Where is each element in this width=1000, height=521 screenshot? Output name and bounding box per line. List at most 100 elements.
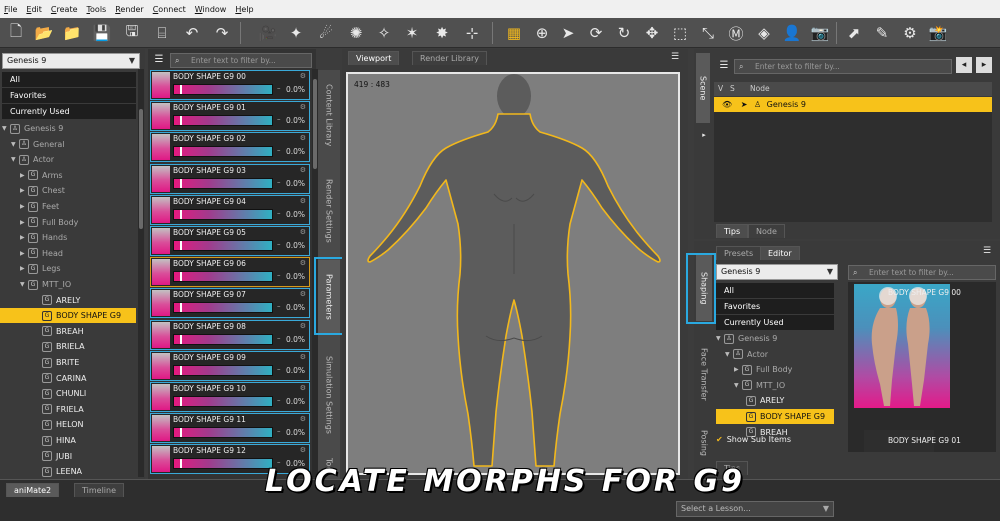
morph-preview-image[interactable] [854,284,950,408]
create-linear-light-icon[interactable]: ✧ [372,21,396,45]
show-sub-items-row[interactable]: ✔ Show Sub Items [716,432,791,447]
menu-window[interactable]: Window [195,5,227,14]
slider-decrement[interactable]: – [277,302,285,310]
scene-next-icon[interactable]: ▸ [976,57,992,73]
gear-icon[interactable]: ⚙ [300,134,306,142]
slider-decrement[interactable]: – [277,427,285,435]
lesson-select[interactable]: Select a Lesson... ▼ [676,501,834,517]
slider-knob[interactable] [180,303,182,313]
morph-slider[interactable] [173,177,273,189]
filter-all[interactable]: All [2,72,136,87]
expand-arrow-icon[interactable]: ▶ [734,362,742,377]
shaping-filter-currently-used[interactable]: Currently Used [716,315,834,330]
tab-node[interactable]: Node [748,224,785,238]
slider-knob[interactable] [180,397,182,406]
create-distant-light-icon[interactable]: ✦ [284,21,308,45]
library-tree-item[interactable]: ▶ G Legs [2,261,60,276]
create-null-icon[interactable]: ⊹ [460,21,484,45]
morph-slider-row[interactable]: BODY SHAPE G9 10 ⚙ –0.0% [150,382,310,412]
morph-slider[interactable] [173,364,273,376]
open-folder-icon[interactable]: 📂 [32,21,56,45]
slider-decrement[interactable]: – [277,365,285,373]
shaping-tree-item[interactable]: ▼ ♙ Actor [716,347,768,362]
library-tree-item[interactable]: G FRIELA [0,402,84,417]
iray-icon[interactable]: ✎ [870,21,894,45]
library-tree-item[interactable]: G ARELY [0,293,80,308]
shaping-filter-all[interactable]: All [716,283,834,298]
tab-viewport[interactable]: Viewport [348,51,400,65]
viewport-canvas[interactable]: 419 : 483 [346,72,680,475]
node-selection-icon[interactable]: ⊕ [530,21,554,45]
slider-decrement[interactable]: – [277,115,285,123]
menu-edit[interactable]: Edit [26,5,42,14]
library-scrollbar[interactable] [138,69,144,477]
tab-editor[interactable]: Editor [760,246,800,260]
morph-slider[interactable] [173,396,273,407]
filter-toggle-icon[interactable]: ☰ [150,50,168,68]
expand-arrow-icon[interactable]: ▶ [20,183,28,198]
select-pointer-icon[interactable]: ➤ [741,100,748,109]
tab-animate2[interactable]: aniMate2 [6,483,60,497]
render-icon[interactable]: 📸 [926,21,950,45]
morph-slider-row[interactable]: BODY SHAPE G9 06 ⚙ –0.0% [150,257,310,288]
tab-render-settings[interactable]: Render Settings [318,166,340,256]
expand-arrow-icon[interactable]: ▶ [20,215,28,230]
slider-decrement[interactable]: – [277,396,285,404]
expand-arrow-icon[interactable]: ▶ [20,261,28,276]
morph-search-input[interactable]: ⌕ Enter text to filter by... [170,53,312,68]
filter-currently-used[interactable]: Currently Used [2,104,136,119]
tab-tips[interactable]: Tips [716,224,749,238]
slider-decrement[interactable]: – [277,240,285,248]
slider-decrement[interactable]: – [277,146,285,154]
shaping-tree-item[interactable]: G ARELY [716,393,784,408]
menu-help[interactable]: Help [235,5,253,14]
expand-arrow-icon[interactable]: ▼ [734,378,742,393]
morph-slider-row[interactable]: BODY SHAPE G9 05 ⚙ –0.0% [150,226,310,256]
create-light-icon[interactable]: ✸ [430,21,454,45]
morph-slider[interactable] [173,240,273,251]
gear-icon[interactable]: ⚙ [300,353,306,361]
slider-knob[interactable] [180,459,182,469]
morph-brush-icon[interactable]: Ⓜ [724,21,748,45]
new-file-icon[interactable]: 🗋 [4,21,28,45]
merge-folder-icon[interactable]: 📁 [60,21,84,45]
morph-value[interactable]: 0.0% [286,303,305,312]
gear-icon[interactable]: ⚙ [300,384,306,392]
library-tree-item[interactable]: ▶ G Arms [2,168,63,183]
menu-render[interactable]: Render [115,5,143,14]
expand-arrow-icon[interactable]: ▼ [725,347,733,362]
slider-decrement[interactable]: – [277,209,285,217]
gear-icon[interactable]: ⚙ [300,72,306,80]
expand-arrow-icon[interactable]: ▶ [20,246,28,261]
slider-knob[interactable] [180,116,182,126]
tab-timeline[interactable]: Timeline [74,483,125,497]
morph-slider[interactable] [173,271,273,283]
slider-knob[interactable] [180,272,182,282]
morph-value[interactable]: 0.0% [286,147,305,156]
menu-tools[interactable]: Tools [87,5,107,14]
gear-icon[interactable]: ⚙ [300,228,306,236]
save-icon[interactable]: 💾 [90,21,114,45]
library-tree-item[interactable]: ▶ G Hands [2,230,67,245]
library-tree-item[interactable]: ▼ G MTT_IO [2,277,71,292]
expand-arrow-icon[interactable]: ▼ [11,137,19,152]
slider-knob[interactable] [180,334,182,344]
expand-arrow-icon[interactable]: ▶ [20,230,28,245]
slider-decrement[interactable]: – [277,178,285,186]
spot-render-icon[interactable]: 📷 [808,21,832,45]
library-tree-item[interactable]: ▶ G Feet [2,199,59,214]
morph-value[interactable]: 0.0% [286,335,305,344]
scene-row-genesis9[interactable]: 👁 ➤ ♙ Genesis 9 [714,97,992,112]
tab-scene[interactable]: Scene [696,53,710,123]
library-tree-item[interactable]: G CARINA [0,371,86,386]
shaping-search-input[interactable]: ⌕ Enter text to filter by... [848,265,996,280]
scene-prev-icon[interactable]: ◂ [956,57,972,73]
expand-arrow-icon[interactable]: ▶ [20,168,28,183]
expand-arrow-icon[interactable]: ▶ [20,199,28,214]
library-tree-item[interactable]: ▼ ♙ General [2,137,65,152]
gear-icon[interactable]: ⚙ [300,290,306,298]
shaping-menu-icon[interactable]: ☰ [978,244,996,258]
render-settings-icon[interactable]: ⚙ [898,21,922,45]
morph-value[interactable]: 0.0% [286,179,305,188]
morph-slider-row[interactable]: BODY SHAPE G9 00 ⚙ –0.0% [150,70,310,100]
